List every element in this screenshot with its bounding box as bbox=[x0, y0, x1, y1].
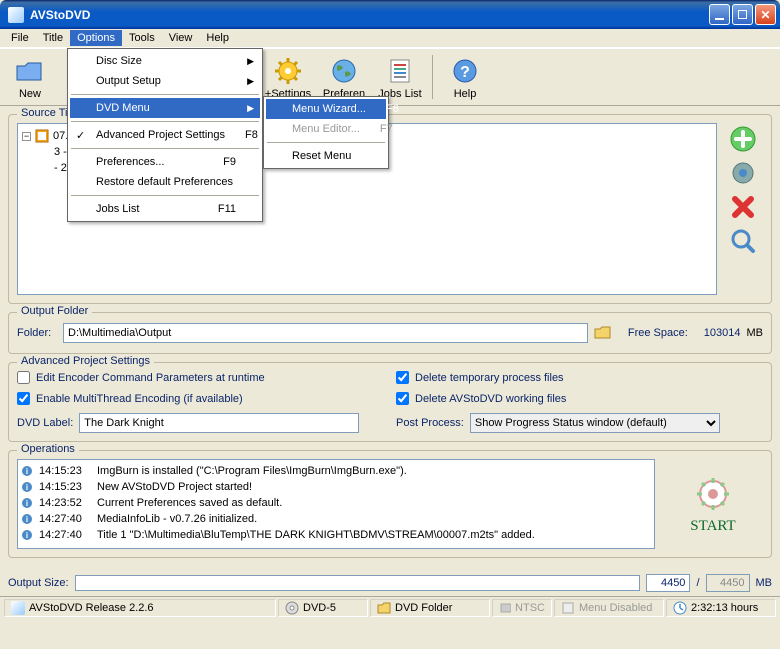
tree-collapse-icon[interactable]: − bbox=[22, 132, 31, 141]
gear-icon bbox=[272, 55, 304, 87]
status-duration: 2:32:13 hours bbox=[666, 599, 776, 617]
submenu-menu-wizard[interactable]: Menu Wizard...F6 bbox=[266, 99, 386, 119]
browse-folder-button[interactable] bbox=[594, 324, 612, 343]
submenu-menu-editor[interactable]: Menu Editor...F7 bbox=[266, 119, 386, 139]
help-icon: ? bbox=[449, 55, 481, 87]
free-space-unit: MB bbox=[747, 327, 764, 339]
info-icon: i bbox=[21, 529, 33, 541]
output-size-label: Output Size: bbox=[8, 577, 69, 589]
output-folder-legend: Output Folder bbox=[17, 305, 92, 317]
free-space-value: 103014 bbox=[704, 327, 741, 339]
submenu-reset-menu[interactable]: Reset Menu bbox=[266, 146, 386, 166]
dvd-label-text: DVD Label: bbox=[17, 417, 73, 429]
log-row: i14:27:40MediaInfoLib - v0.7.26 initiali… bbox=[21, 511, 652, 527]
edit-title-button[interactable] bbox=[729, 159, 757, 187]
log-row: i14:15:23ImgBurn is installed ("C:\Progr… bbox=[21, 463, 652, 479]
status-dvd-folder: DVD Folder bbox=[370, 599, 490, 617]
start-label: START bbox=[690, 518, 735, 535]
status-dvd5: DVD-5 bbox=[278, 599, 368, 617]
remove-title-button[interactable] bbox=[729, 193, 757, 221]
info-icon: i bbox=[21, 481, 33, 493]
info-icon: i bbox=[21, 465, 33, 477]
add-title-button[interactable] bbox=[729, 125, 757, 153]
folder-label: Folder: bbox=[17, 327, 57, 339]
post-process-select[interactable]: Show Progress Status window (default) bbox=[470, 413, 720, 433]
svg-text:i: i bbox=[26, 515, 28, 524]
close-button[interactable]: ✕ bbox=[755, 4, 776, 25]
output-folder-group: Output Folder Folder: Free Space: 103014… bbox=[8, 312, 772, 354]
output-size-unit: MB bbox=[756, 577, 773, 589]
svg-text:i: i bbox=[26, 467, 28, 476]
menu-advanced-project[interactable]: ✓Advanced Project SettingsF8 bbox=[70, 125, 260, 145]
svg-text:i: i bbox=[26, 499, 28, 508]
start-button[interactable]: START bbox=[663, 459, 763, 549]
operations-group: Operations i14:15:23ImgBurn is installed… bbox=[8, 450, 772, 558]
dvd-label-input[interactable] bbox=[79, 413, 359, 433]
tv-icon bbox=[499, 601, 511, 615]
folder-icon bbox=[377, 601, 391, 615]
log-row: i14:15:23New AVStoDVD Project started! bbox=[21, 479, 652, 495]
menu-disc-size[interactable]: Disc Size▶ bbox=[70, 51, 260, 71]
log-row: i14:27:40Title 1 "D:\Multimedia\BluTemp\… bbox=[21, 527, 652, 543]
folder-new-icon bbox=[14, 55, 46, 87]
minimize-button[interactable] bbox=[709, 4, 730, 25]
menu-help[interactable]: Help bbox=[199, 30, 236, 46]
toolbar-help[interactable]: ? Help bbox=[439, 51, 491, 103]
menu-output-setup[interactable]: Output Setup▶ bbox=[70, 71, 260, 91]
delete-temp-checkbox[interactable]: Delete temporary process files bbox=[396, 371, 763, 384]
multithread-checkbox[interactable]: Enable MultiThread Encoding (if availabl… bbox=[17, 392, 384, 405]
log-row: i14:23:52Current Preferences saved as de… bbox=[21, 495, 652, 511]
menu-restore-default[interactable]: Restore default Preferences bbox=[70, 172, 260, 192]
status-release: AVStoDVD Release 2.2.6 bbox=[4, 599, 276, 617]
menu-options[interactable]: Options bbox=[70, 30, 122, 46]
svg-text:?: ? bbox=[460, 64, 470, 81]
list-icon bbox=[384, 55, 416, 87]
maximize-button[interactable] bbox=[732, 4, 753, 25]
menu-view[interactable]: View bbox=[162, 30, 200, 46]
free-space-label: Free Space: bbox=[628, 327, 688, 339]
output-size-progress bbox=[75, 575, 641, 591]
status-ntsc: NTSC bbox=[492, 599, 552, 617]
preview-title-button[interactable] bbox=[729, 227, 757, 255]
menu-preferences[interactable]: Preferences...F9 bbox=[70, 152, 260, 172]
info-icon: i bbox=[21, 513, 33, 525]
advanced-settings-group: Advanced Project Settings Edit Encoder C… bbox=[8, 362, 772, 442]
window-title: AVStoDVD bbox=[28, 8, 709, 22]
edit-encoder-checkbox[interactable]: Edit Encoder Command Parameters at runti… bbox=[17, 371, 384, 384]
source-side-buttons bbox=[723, 123, 763, 295]
menu-file[interactable]: File bbox=[4, 30, 36, 46]
delete-working-checkbox[interactable]: Delete AVStoDVD working files bbox=[396, 392, 763, 405]
app-small-icon bbox=[11, 601, 25, 615]
menu-title[interactable]: Title bbox=[36, 30, 70, 46]
menu-dvd-menu[interactable]: DVD Menu▶ bbox=[70, 98, 260, 118]
film-icon bbox=[35, 129, 49, 143]
output-size-value: 4450 bbox=[646, 574, 690, 592]
dvd-menu-submenu: Menu Wizard...F6 Menu Editor...F7 Reset … bbox=[263, 96, 389, 169]
app-icon bbox=[8, 7, 24, 23]
svg-text:i: i bbox=[26, 483, 28, 492]
menubar: File Title Options Tools View Help Disc … bbox=[0, 29, 780, 48]
operations-legend: Operations bbox=[17, 443, 79, 455]
operations-log[interactable]: i14:15:23ImgBurn is installed ("C:\Progr… bbox=[17, 459, 655, 549]
toolbar-new[interactable]: New bbox=[4, 51, 56, 103]
menu-jobs-list[interactable]: Jobs ListF11 bbox=[70, 199, 260, 219]
svg-text:i: i bbox=[26, 531, 28, 540]
titlebar: AVStoDVD ✕ bbox=[0, 0, 780, 29]
output-size-max: 4450 bbox=[706, 574, 750, 592]
advanced-legend: Advanced Project Settings bbox=[17, 355, 154, 367]
info-icon: i bbox=[21, 497, 33, 509]
options-dropdown: Disc Size▶ Output Setup▶ DVD Menu▶ ✓Adva… bbox=[67, 48, 263, 222]
menu-tools[interactable]: Tools bbox=[122, 30, 162, 46]
clock-icon bbox=[673, 601, 687, 615]
status-menu-disabled: Menu Disabled bbox=[554, 599, 664, 617]
output-size-bar: Output Size: 4450 / 4450 MB bbox=[0, 570, 780, 596]
gear-start-icon bbox=[693, 474, 733, 514]
post-process-label: Post Process: bbox=[396, 417, 464, 429]
globe-icon bbox=[328, 55, 360, 87]
disc-icon bbox=[285, 601, 299, 615]
output-folder-input[interactable] bbox=[63, 323, 588, 343]
statusbar: AVStoDVD Release 2.2.6 DVD-5 DVD Folder … bbox=[0, 596, 780, 618]
menu-icon bbox=[561, 601, 575, 615]
